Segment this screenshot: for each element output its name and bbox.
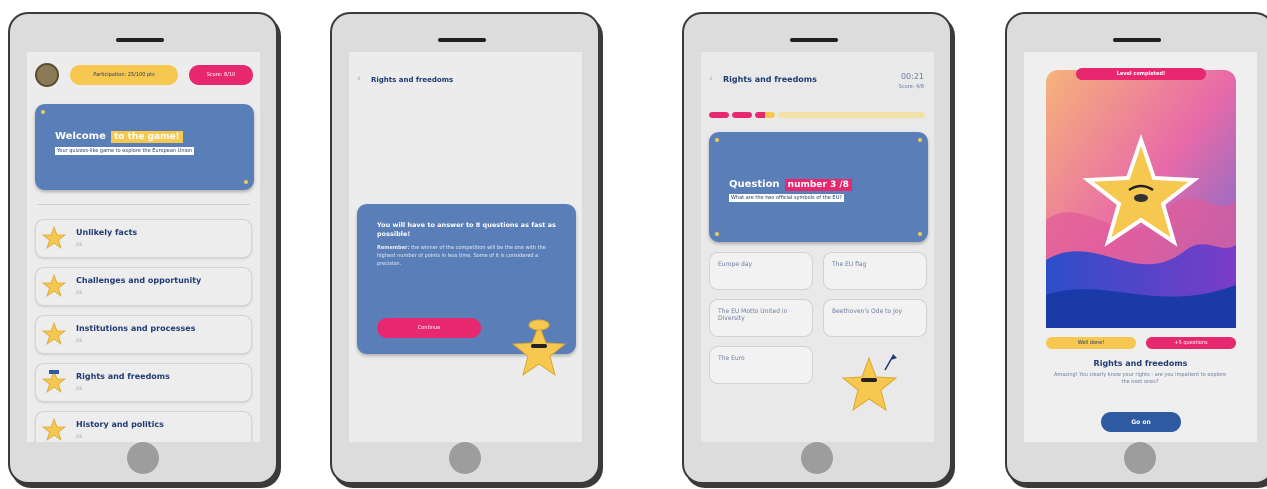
level-description: Amazing! You clearly know your rights - … <box>1053 372 1227 385</box>
category-unlikely-facts[interactable]: Unlikely facts 0/6 <box>35 219 252 258</box>
intro-title: You will have to answer to 8 questions a… <box>377 221 556 238</box>
star-mascot-icon <box>42 226 66 250</box>
speaker <box>1113 38 1161 42</box>
welcome-subtitle: Your quizzes-like game to explore the Eu… <box>55 147 195 155</box>
answer-option[interactable]: Europe day <box>709 252 813 290</box>
category-progress: 0/6 <box>76 434 83 439</box>
home-button[interactable] <box>801 442 833 474</box>
category-progress: 0/6 <box>76 290 83 295</box>
corner-dot <box>918 138 922 142</box>
speaker <box>116 38 164 42</box>
category-progress: 0/6 <box>76 242 83 247</box>
corner-dot <box>715 138 719 142</box>
progress-segment <box>709 112 729 118</box>
answer-option[interactable]: The Euro <box>709 346 813 384</box>
speaker <box>438 38 486 42</box>
well-done-button[interactable]: Well done! <box>1046 337 1136 349</box>
back-icon[interactable]: ‹ <box>709 74 713 84</box>
level-complete-screen: Level completed! Well done! +5 questions… <box>1024 52 1257 442</box>
category-progress: 0/6 <box>76 338 83 343</box>
avatar[interactable] <box>35 63 59 87</box>
category-label: Rights and freedoms <box>76 372 170 381</box>
phone-frame-quiz: ‹ Rights and freedoms 00:21 Score: 4/8 Q… <box>682 12 952 484</box>
star-mascot-icon <box>841 354 898 412</box>
corner-dot <box>41 110 45 114</box>
welcome-highlight: to the game! <box>110 131 183 143</box>
corner-dot <box>715 232 719 236</box>
remember-label: Remember: <box>377 245 410 251</box>
timer: 00:21 <box>900 72 924 81</box>
speaker <box>790 38 838 42</box>
category-label: Institutions and processes <box>76 324 196 333</box>
corner-dot <box>244 180 248 184</box>
category-institutions[interactable]: Institutions and processes 0/6 <box>35 315 252 354</box>
go-on-button[interactable]: Go on <box>1101 412 1181 432</box>
phone-frame-intro: ‹ Rights and freedoms You will have to a… <box>330 12 600 484</box>
question-text: What are the two official symbols of the… <box>729 194 844 202</box>
intro-screen: ‹ Rights and freedoms You will have to a… <box>349 52 582 442</box>
question-card: Question number 3 /8 What are the two of… <box>709 132 928 242</box>
star-mascot-icon <box>511 319 567 377</box>
answer-option[interactable]: The EU Motto United in Diversity <box>709 299 813 337</box>
home-screen: Participation: 25/100 pts Score: 8/10 We… <box>27 52 260 442</box>
header-title: Rights and freedoms <box>371 76 454 84</box>
intro-body-wrap: Remember: the winner of the competition … <box>377 244 557 268</box>
category-label: History and politics <box>76 420 164 429</box>
home-button[interactable] <box>127 442 159 474</box>
welcome-title: Welcome <box>55 131 106 142</box>
divider <box>37 204 250 205</box>
answer-option[interactable]: Beethoven's Ode to Joy <box>823 299 927 337</box>
continue-button[interactable]: Continue <box>377 318 481 338</box>
back-icon[interactable]: ‹ <box>357 74 361 84</box>
level-completed-banner: Level completed! <box>1076 68 1206 80</box>
home-button[interactable] <box>449 442 481 474</box>
star-mascot-icon <box>42 274 66 298</box>
header-title: Rights and freedoms <box>723 75 817 84</box>
category-label: Unlikely facts <box>76 228 138 237</box>
category-challenges[interactable]: Challenges and opportunity 0/6 <box>35 267 252 306</box>
phone-frame-home: Participation: 25/100 pts Score: 8/10 We… <box>8 12 278 484</box>
score-badge: Score: 8/10 <box>189 65 253 85</box>
score-label: Score: 4/8 <box>898 84 924 90</box>
phone-frame-level-complete: Level completed! Well done! +5 questions… <box>1005 12 1267 484</box>
category-label: Challenges and opportunity <box>76 276 202 285</box>
level-title: Rights and freedoms <box>1093 359 1188 368</box>
welcome-card: Welcome to the game! Your quizzes-like g… <box>35 104 254 190</box>
star-mascot-icon <box>42 418 66 442</box>
more-questions-button[interactable]: +5 questions <box>1146 337 1236 349</box>
corner-dot <box>918 232 922 236</box>
progress-remaining <box>778 112 925 118</box>
progress-segment <box>755 112 775 118</box>
star-mascot-icon <box>42 370 66 394</box>
category-history[interactable]: History and politics 0/6 <box>35 411 252 442</box>
progress-segment <box>732 112 752 118</box>
level-complete-illustration <box>1046 70 1236 328</box>
star-mascot-icon <box>42 322 66 346</box>
home-button[interactable] <box>1124 442 1156 474</box>
answer-option[interactable]: The EU flag <box>823 252 927 290</box>
question-label: Question <box>729 179 780 190</box>
category-progress: 0/6 <box>76 386 83 391</box>
category-rights[interactable]: Rights and freedoms 0/6 <box>35 363 252 402</box>
points-badge: Participation: 25/100 pts <box>70 65 178 85</box>
quiz-screen: ‹ Rights and freedoms 00:21 Score: 4/8 Q… <box>701 52 934 442</box>
